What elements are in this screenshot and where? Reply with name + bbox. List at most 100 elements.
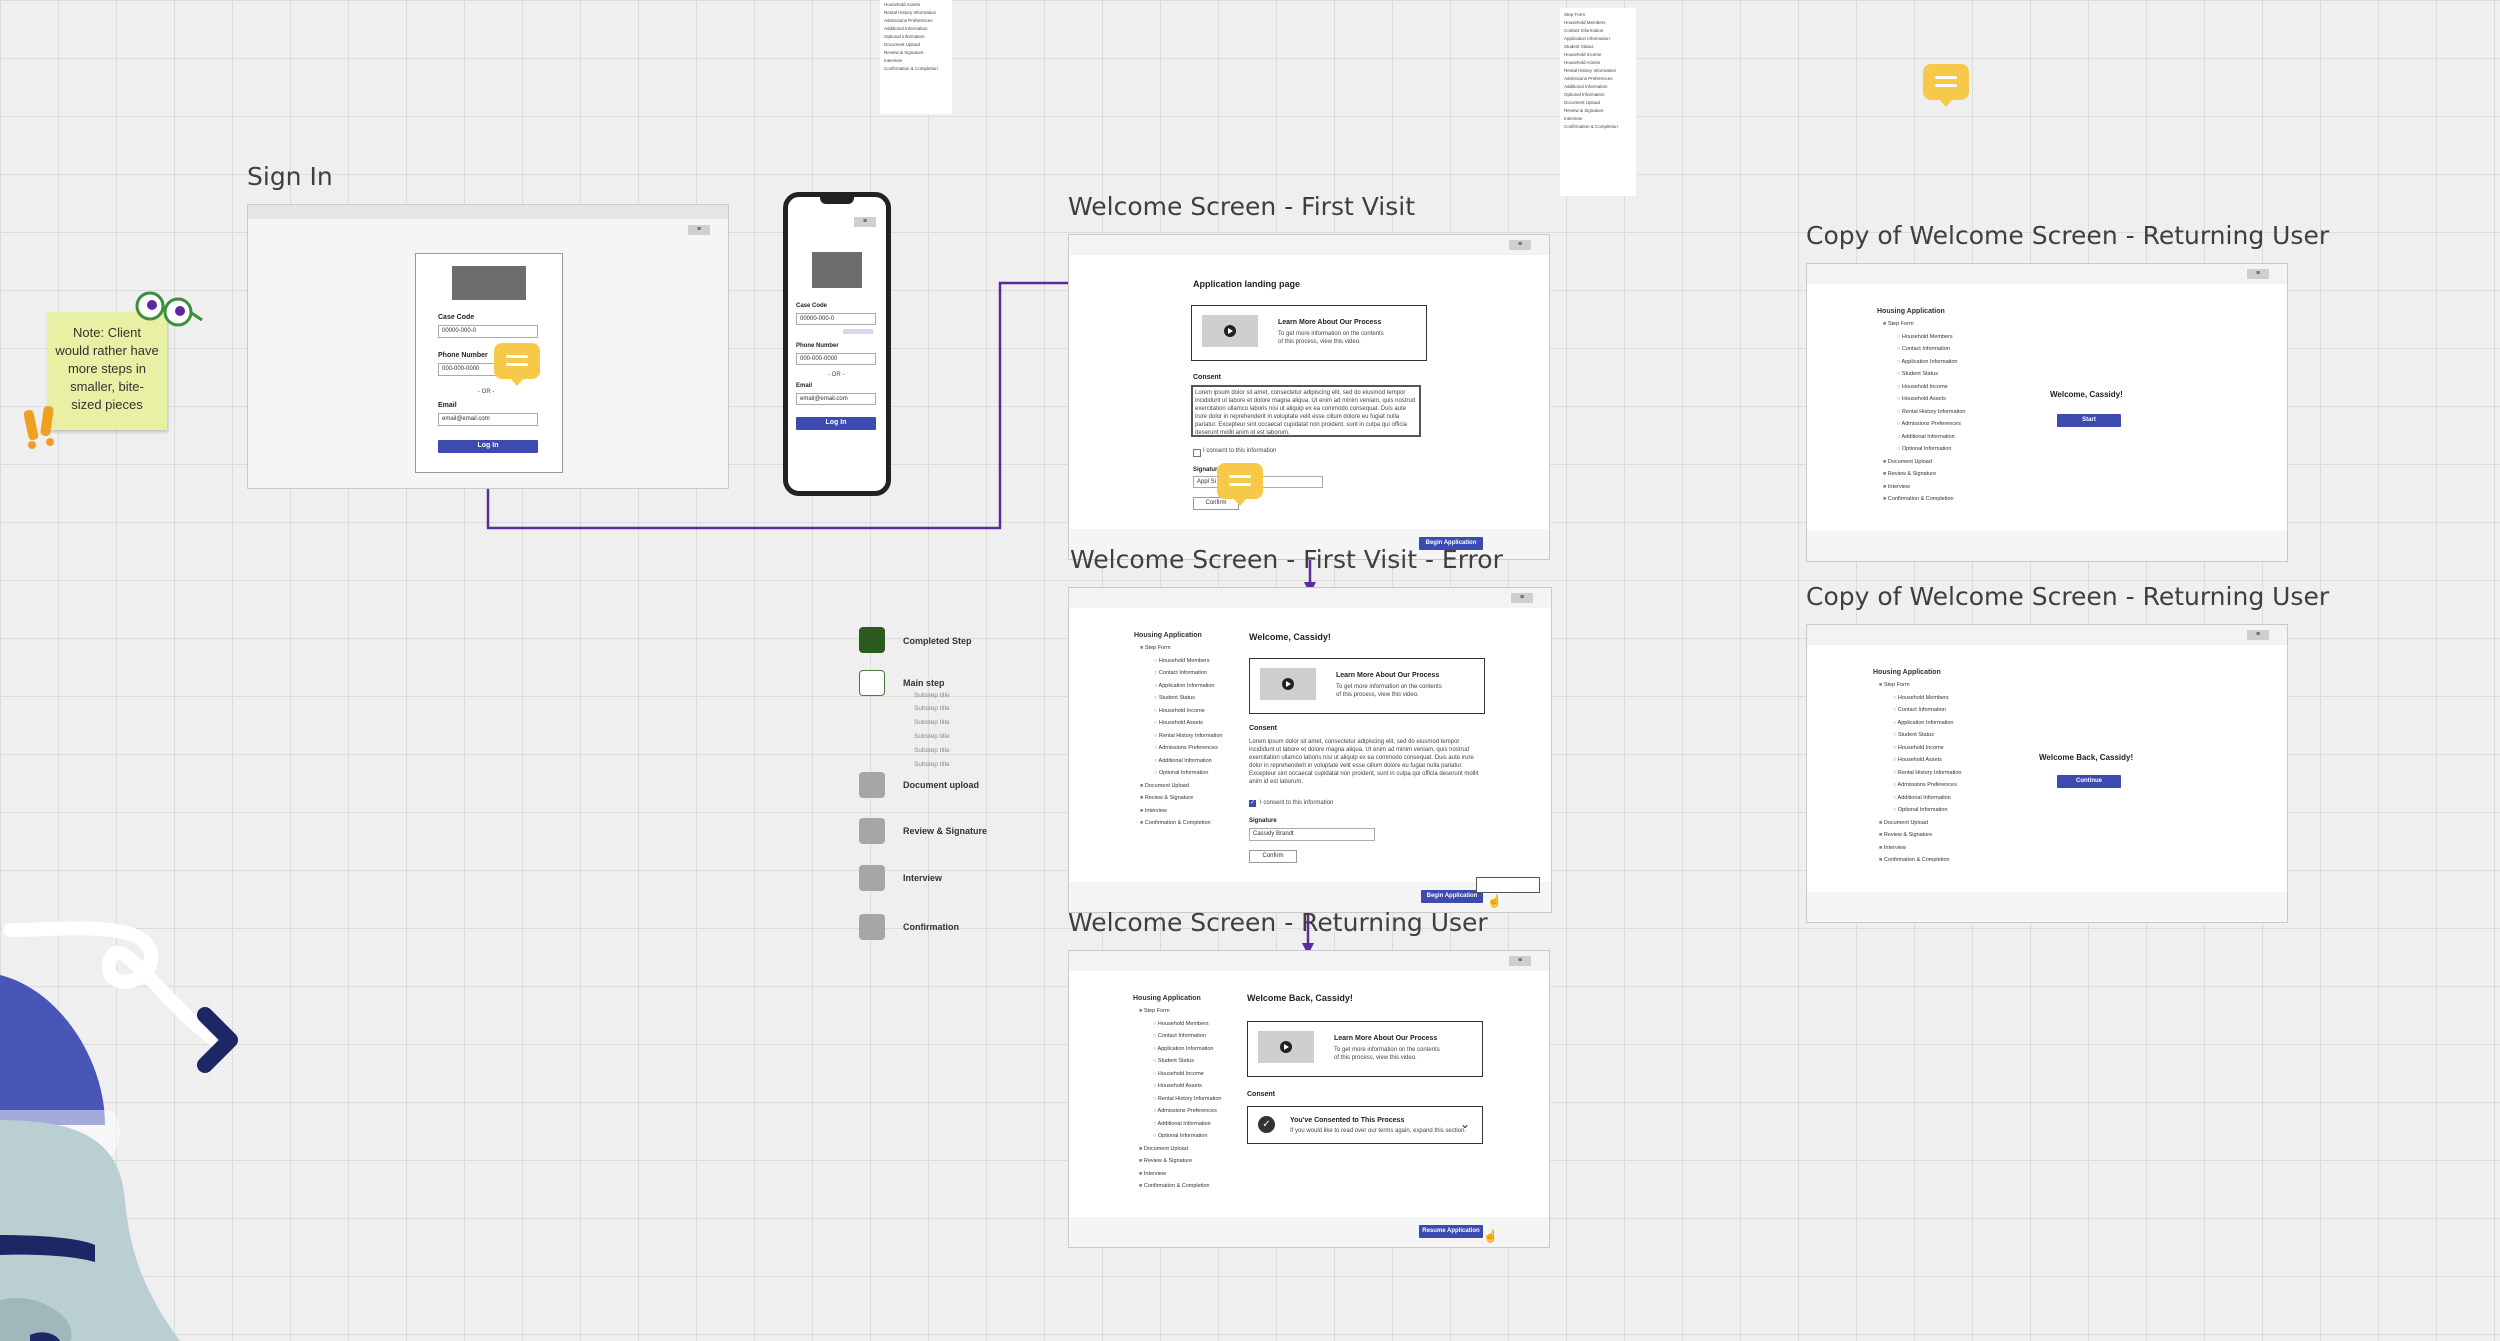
sidebar-item[interactable]: ○ Household Income: [1134, 708, 1222, 721]
sidebar-item[interactable]: ○ Additional Information: [1133, 1121, 1221, 1134]
menu-icon[interactable]: ≡: [1509, 240, 1531, 250]
chevron-down-icon[interactable]: ⌄: [1460, 1117, 1470, 1131]
sidebar-item[interactable]: ○ Household Members: [1873, 695, 1961, 708]
sidebar-item[interactable]: ■ Step Form: [1877, 321, 1965, 334]
sidebar-item[interactable]: ○ Household Income: [1873, 745, 1961, 758]
confirm-button[interactable]: Confirm: [1249, 850, 1297, 863]
sidebar-item[interactable]: ○ Household Income: [1133, 1071, 1221, 1084]
sidebar-item[interactable]: ○ Household Income: [1877, 384, 1965, 397]
sidebar-item[interactable]: ○ Admissions Preferences: [1873, 782, 1961, 795]
sidebar-item[interactable]: ○ Household Members: [1134, 658, 1222, 671]
sidebar-item[interactable]: ■ Confirmation & Completion: [1877, 496, 1965, 509]
sidebar-item[interactable]: ○ Additional Information: [1873, 795, 1961, 808]
sidebar-item[interactable]: ■ Interview: [1877, 484, 1965, 497]
sidebar-item[interactable]: ○ Contact Information: [1134, 670, 1222, 683]
comment-bubble-icon[interactable]: [494, 343, 540, 386]
sidebar-item[interactable]: ■ Confirmation & Completion: [1134, 820, 1222, 833]
phone-input[interactable]: 000-000-0000: [796, 353, 876, 365]
play-icon[interactable]: [1282, 678, 1294, 690]
case-code-input[interactable]: 00000-000-0: [438, 325, 538, 338]
consent-checkbox-checked[interactable]: ✓: [1249, 800, 1256, 807]
sidebar-item[interactable]: ■ Step Form: [1133, 1008, 1221, 1021]
comment-bubble-icon[interactable]: [1217, 463, 1263, 506]
sidebar-item[interactable]: ■ Document Upload: [1133, 1146, 1221, 1159]
start-button[interactable]: Start: [2057, 414, 2121, 427]
sidebar-item[interactable]: ○ Admissions Preferences: [1133, 1108, 1221, 1121]
sidebar-item[interactable]: ○ Student Status: [1133, 1058, 1221, 1071]
sidebar-item[interactable]: ○ Household Assets: [1877, 396, 1965, 409]
email-input[interactable]: email@email.com: [796, 393, 876, 405]
sidebar-item[interactable]: ○ Application Information: [1877, 359, 1965, 372]
video-card[interactable]: Learn More About Our Process To get more…: [1247, 1021, 1483, 1077]
sidebar-item[interactable]: ○ Household Assets: [1133, 1083, 1221, 1096]
sidebar-item[interactable]: ○ Student Status: [1877, 371, 1965, 384]
legend-substep: Substep title: [914, 705, 950, 712]
consent-textarea[interactable]: Lorem ipsum dolor sit amet, consectetur …: [1191, 385, 1421, 437]
consent-checkbox[interactable]: [1193, 449, 1201, 457]
sidebar-item[interactable]: ○ Rental History Information: [1873, 770, 1961, 783]
sidebar-item[interactable]: ○ Admissions Preferences: [1134, 745, 1222, 758]
case-code-input[interactable]: 00000-000-0: [796, 313, 876, 325]
login-button[interactable]: Log In: [438, 440, 538, 453]
sidebar-item[interactable]: ■ Confirmation & Completion: [1873, 857, 1961, 870]
mini-list-item: Student Status: [1564, 44, 1594, 49]
sidebar-item[interactable]: ○ Rental History Information: [1877, 409, 1965, 422]
sidebar-item[interactable]: ○ Admissions Preferences: [1877, 421, 1965, 434]
menu-icon[interactable]: ≡: [854, 217, 876, 227]
sidebar-item[interactable]: ○ Contact Information: [1873, 707, 1961, 720]
frame-title-welcome-returning: Welcome Screen - Returning User: [1068, 908, 1488, 937]
video-card[interactable]: Learn More About Our Process To get more…: [1249, 658, 1485, 714]
menu-icon[interactable]: ≡: [688, 225, 710, 235]
sidebar-item[interactable]: ○ Household Assets: [1134, 720, 1222, 733]
copy-2-frame: ≡ Housing Application ■ Step Form ○ Househ…: [1806, 624, 2288, 923]
sidebar-item[interactable]: ○ Household Members: [1877, 334, 1965, 347]
sidebar-item[interactable]: ○ Application Information: [1134, 683, 1222, 696]
menu-icon[interactable]: ≡: [1511, 593, 1533, 603]
comment-bubble-icon[interactable]: [1923, 64, 1969, 107]
sidebar-item[interactable]: ○ Optional Information: [1873, 807, 1961, 820]
sidebar-item[interactable]: ○ Application Information: [1133, 1046, 1221, 1059]
sidebar-item[interactable]: ○ Application Information: [1873, 720, 1961, 733]
sidebar-item[interactable]: ○ Rental History Information: [1134, 733, 1222, 746]
sidebar-item[interactable]: ■ Review & Signature: [1134, 795, 1222, 808]
begin-application-button[interactable]: Begin Application: [1421, 890, 1483, 903]
sidebar-item[interactable]: ○ Optional Information: [1877, 446, 1965, 459]
menu-icon[interactable]: ≡: [2247, 269, 2269, 279]
sidebar-item[interactable]: ■ Document Upload: [1134, 783, 1222, 796]
sidebar-item[interactable]: ■ Review & Signature: [1873, 832, 1961, 845]
sidebar-item[interactable]: ■ Confirmation & Completion: [1133, 1183, 1221, 1196]
resume-application-button[interactable]: Resume Application: [1419, 1225, 1483, 1238]
sidebar-item[interactable]: ○ Contact Information: [1133, 1033, 1221, 1046]
menu-icon[interactable]: ≡: [1509, 956, 1531, 966]
sidebar-item[interactable]: ○ Contact Information: [1877, 346, 1965, 359]
signature-input[interactable]: Cassidy Brandt: [1249, 828, 1375, 841]
sidebar-item[interactable]: ○ Household Assets: [1873, 757, 1961, 770]
consented-accordion[interactable]: ✓ You've Consented to This Process If yo…: [1247, 1106, 1483, 1144]
sidebar-item[interactable]: ■ Step Form: [1134, 645, 1222, 658]
sidebar-item[interactable]: ■ Document Upload: [1877, 459, 1965, 472]
sidebar-item[interactable]: ■ Interview: [1134, 808, 1222, 821]
login-button[interactable]: Log In: [796, 417, 876, 430]
sidebar-item[interactable]: ■ Step Form: [1873, 682, 1961, 695]
sidebar-item[interactable]: ○ Optional Information: [1134, 770, 1222, 783]
sidebar-item[interactable]: ○ Additional Information: [1877, 434, 1965, 447]
play-icon[interactable]: [1224, 325, 1236, 337]
sidebar-item[interactable]: ○ Additional Information: [1134, 758, 1222, 771]
sidebar-item[interactable]: ○ Optional Information: [1133, 1133, 1221, 1146]
sidebar-item-label: Household Income: [1157, 1070, 1204, 1077]
sidebar-item[interactable]: ■ Document Upload: [1873, 820, 1961, 833]
sidebar-item[interactable]: ■ Review & Signature: [1877, 471, 1965, 484]
continue-button[interactable]: Continue: [2057, 775, 2121, 788]
email-input[interactable]: email@email.com: [438, 413, 538, 426]
video-card[interactable]: Learn More About Our Process To get more…: [1191, 305, 1427, 361]
sidebar-item[interactable]: ○ Student Status: [1873, 732, 1961, 745]
menu-icon[interactable]: ≡: [2247, 630, 2269, 640]
sidebar-item[interactable]: ■ Interview: [1873, 845, 1961, 858]
sidebar-item[interactable]: ○ Student Status: [1134, 695, 1222, 708]
sidebar-item[interactable]: ○ Rental History Information: [1133, 1096, 1221, 1109]
sidebar-item[interactable]: ○ Household Members: [1133, 1021, 1221, 1034]
play-icon[interactable]: [1280, 1041, 1292, 1053]
sidebar-item[interactable]: ■ Interview: [1133, 1171, 1221, 1184]
sidebar-item[interactable]: ■ Review & Signature: [1133, 1158, 1221, 1171]
sidebar-item-label: Confirmation & Completion: [1144, 820, 1211, 826]
